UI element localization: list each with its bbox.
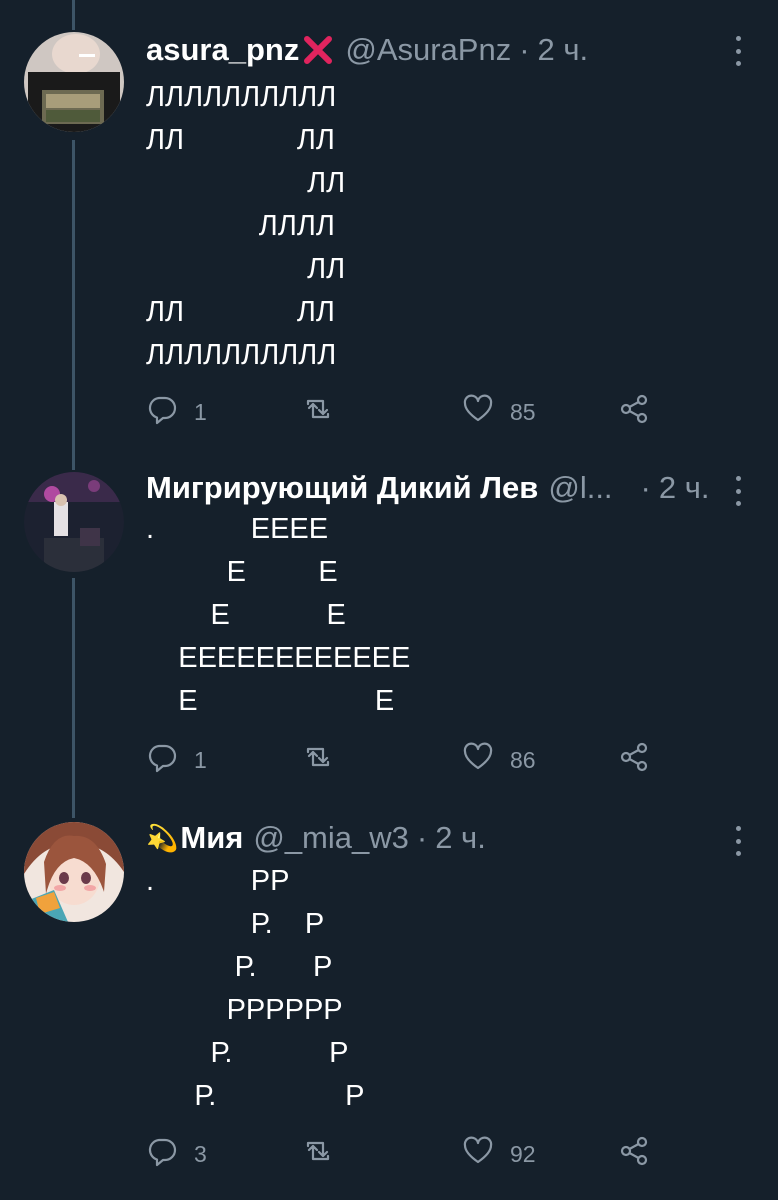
reply-button[interactable]: 3 [146,1136,207,1172]
reply-button[interactable]: 1 [146,742,207,778]
tweet-actions: 1 86 [146,742,666,778]
handle[interactable]: @_mia_w3 [253,820,409,856]
tweet-text: . ЕЕЕЕ Е Е Е Е ЕЕЕЕЕЕЕЕЕЕЕЕ Е Е [146,513,411,717]
like-count: 85 [510,398,536,425]
tweet-text: ЛЛЛЛЛЛЛЛЛЛ ЛЛ ЛЛ ЛЛ ЛЛЛЛ ЛЛ ЛЛ ЛЛ ЛЛЛЛЛЛ… [146,81,346,371]
reply-count: 3 [194,1140,207,1167]
separator-dot: · [416,820,428,855]
retweet-button[interactable] [302,394,350,430]
heart-icon [462,393,494,431]
display-name[interactable]: Мия [180,820,243,856]
reply-button[interactable]: 1 [146,394,207,430]
shooting-star-icon: 💫 [146,822,179,853]
retweet-icon [302,393,334,431]
handle[interactable]: @l... [548,470,612,506]
reply-icon [146,393,178,431]
share-icon [618,1135,650,1173]
timestamp[interactable]: 2 ч. [435,820,486,856]
tweet[interactable]: 💫 Мия @_mia_w3 · 2 ч. . РР Р. Р Р. Р РРР… [0,810,778,1200]
tweet[interactable]: Мигрирующий Дикий Лев @l... · 2 ч. . ЕЕЕ… [0,460,778,810]
retweet-icon [302,741,334,779]
like-count: 86 [510,746,536,773]
x-mark-icon [301,33,335,67]
display-name[interactable]: Мигрирующий Дикий Лев [146,470,538,506]
share-icon [618,741,650,779]
reply-count: 1 [194,398,207,425]
tweet-header: 💫 Мия @_mia_w3 · 2 ч. [146,818,486,858]
display-name[interactable]: asura_pnz [146,32,299,68]
tweet-header: Мигрирующий Дикий Лев @l... · 2 ч. [146,468,710,508]
timestamp[interactable]: 2 ч. [538,32,589,68]
retweet-button[interactable] [302,742,350,778]
like-button[interactable]: 86 [462,742,536,778]
tweet-text: . РР Р. Р Р. Р РРРРРР Р. Р Р. Р [146,865,365,1112]
reply-icon [146,1135,178,1173]
like-button[interactable]: 85 [462,394,536,430]
heart-icon [462,1135,494,1173]
share-icon [618,393,650,431]
like-count: 92 [510,1140,536,1167]
tweet-header: asura_pnz @AsuraPnz · 2 ч. [146,30,588,70]
retweet-button[interactable] [302,1136,350,1172]
reply-icon [146,741,178,779]
tweet[interactable]: asura_pnz @AsuraPnz · 2 ч. ЛЛЛЛЛЛЛЛЛЛ ЛЛ… [0,0,778,460]
share-button[interactable] [618,394,650,430]
like-button[interactable]: 92 [462,1136,536,1172]
separator-dot: · [519,32,530,67]
avatar[interactable] [24,472,124,572]
timestamp[interactable]: 2 ч. [659,470,710,506]
heart-icon [462,741,494,779]
share-button[interactable] [618,742,650,778]
avatar[interactable] [24,32,124,132]
more-vertical-icon[interactable] [728,36,748,66]
more-vertical-icon[interactable] [728,826,748,856]
separator-dot: · [640,470,651,505]
handle[interactable]: @AsuraPnz [345,32,511,68]
reply-count: 1 [194,746,207,773]
retweet-icon [302,1135,334,1173]
tweet-actions: 3 92 [146,1136,666,1172]
more-vertical-icon[interactable] [728,476,748,506]
avatar[interactable] [24,822,124,922]
share-button[interactable] [618,1136,650,1172]
tweet-actions: 1 85 [146,394,666,430]
